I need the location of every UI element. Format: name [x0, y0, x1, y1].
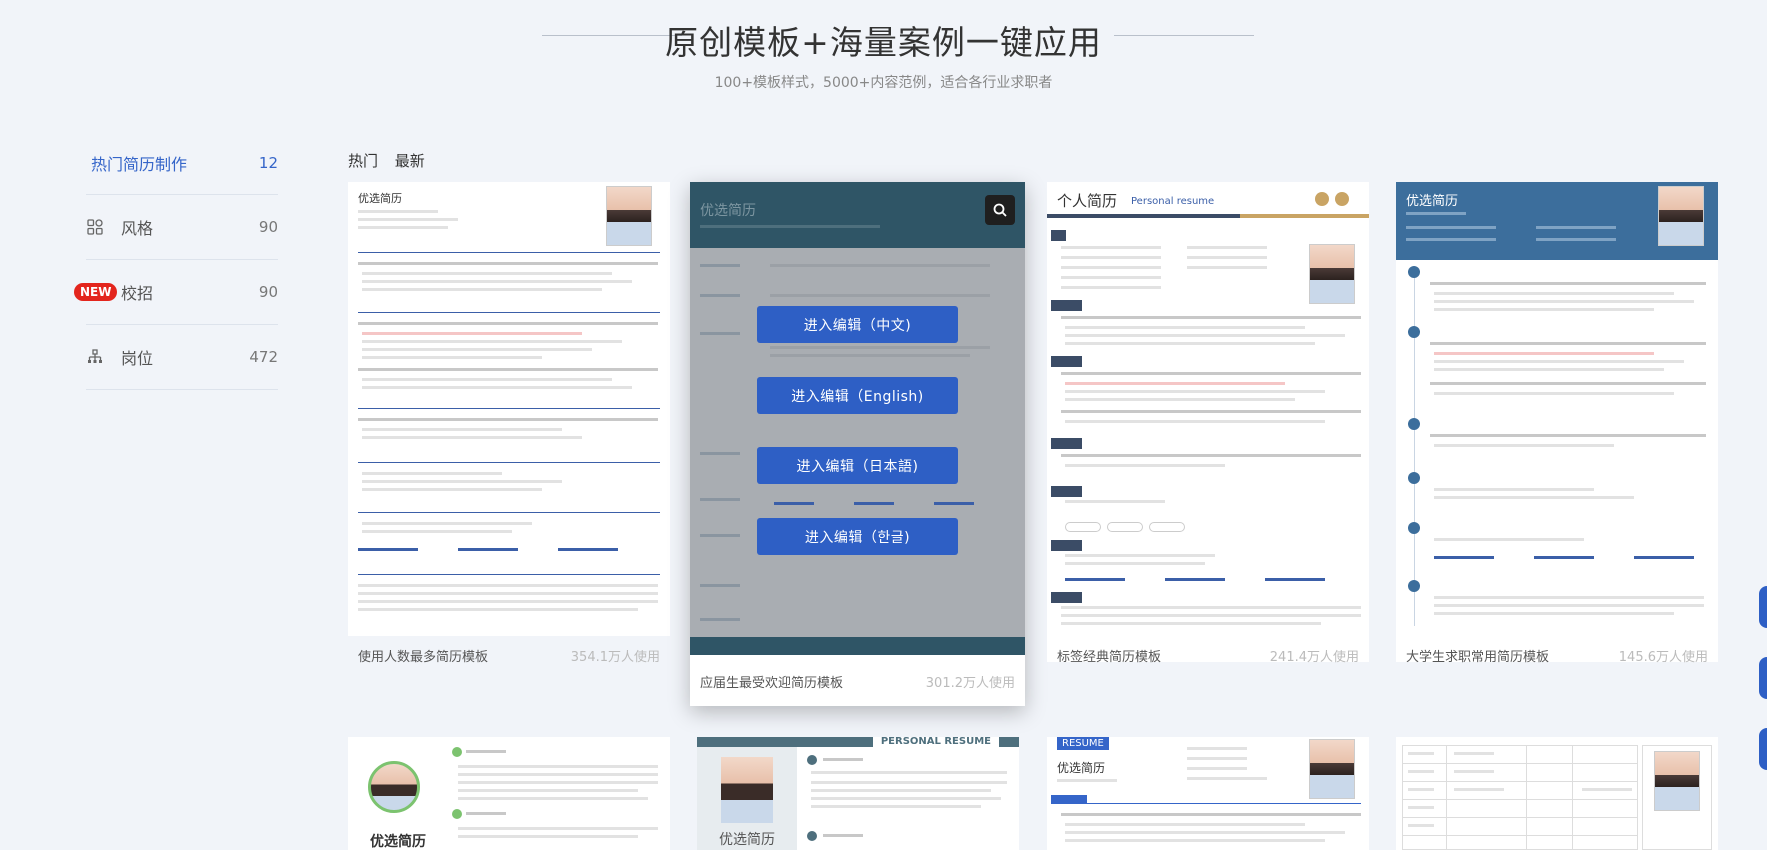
- resume-badge: RESUME: [1057, 737, 1109, 750]
- grid-icon: [87, 219, 103, 235]
- sidebar-item-position[interactable]: 岗位 472: [86, 325, 278, 390]
- template-card[interactable]: PERSONAL RESUME 优选简历: [697, 737, 1019, 850]
- template-thumbnail[interactable]: [1396, 737, 1718, 850]
- section-header: 原创模板+海量案例一键应用 100+模板样式，5000+内容范例，适合各行业求职…: [0, 0, 1767, 110]
- template-card[interactable]: 优选简历: [348, 182, 670, 665]
- template-card[interactable]: [1396, 737, 1718, 850]
- new-badge: NEW: [74, 283, 118, 301]
- template-thumbnail[interactable]: 优选简历: [348, 182, 670, 636]
- tab-hot[interactable]: 热门: [348, 152, 378, 170]
- template-card[interactable]: RESUME 优选简历: [1047, 737, 1369, 850]
- sidebar-item-count: 90: [258, 283, 278, 301]
- card-footer: 应届生最受欢迎简历模板 301.2万人使用: [700, 672, 1015, 691]
- resume-title: 个人简历: [1057, 192, 1118, 210]
- template-usage-count: 145.6万人使用: [1618, 650, 1708, 665]
- sidebar-item-count: 90: [258, 218, 278, 236]
- edit-korean-button[interactable]: 进入编辑（한글): [757, 518, 958, 555]
- resume-photo: [1309, 739, 1355, 799]
- template-thumbnail[interactable]: 优选简历: [1396, 182, 1718, 636]
- resume-photo: [1658, 186, 1704, 246]
- resume-photo: [606, 186, 652, 246]
- sort-tabs: 热门 最新: [348, 150, 437, 171]
- template-thumbnail[interactable]: 优选简历: [348, 737, 670, 850]
- template-name: 应届生最受欢迎简历模板: [700, 676, 844, 691]
- template-thumbnail[interactable]: 优选简历 进入编辑（中文) 进入编辑（English) 进入编辑（日本語) 进入…: [690, 182, 1025, 655]
- resume-photo: [1654, 751, 1700, 811]
- template-name: 大学生求职常用简历模板: [1406, 650, 1550, 665]
- page-subtitle: 100+模板样式，5000+内容范例，适合各行业求职者: [714, 75, 1053, 91]
- resume-photo: [368, 761, 420, 813]
- resume-title: 优选简历: [370, 834, 426, 850]
- org-chart-icon: [87, 349, 103, 365]
- resume-photo: [1309, 244, 1355, 304]
- resume-title: 优选简历: [700, 203, 756, 219]
- template-thumbnail[interactable]: PERSONAL RESUME 优选简历: [697, 737, 1019, 850]
- page-title: 原创模板+海量案例一键应用: [665, 23, 1102, 62]
- sidebar-item-label: 校招: [121, 284, 154, 303]
- template-card[interactable]: 优选简历 大学生求职常用简历模板 145.6万人使用: [1396, 182, 1718, 665]
- category-sidebar: 热门简历制作 12 风格 90 NEW 校招 90 岗位 472: [74, 132, 278, 390]
- resume-subtitle: Personal resume: [1131, 196, 1215, 207]
- template-card[interactable]: 个人简历 Personal resume 标签经典简历模板 241.4万人使用: [1047, 182, 1369, 665]
- template-usage-count: 301.2万人使用: [925, 676, 1015, 691]
- edit-chinese-button[interactable]: 进入编辑（中文): [757, 306, 958, 343]
- card-footer: 使用人数最多简历模板 354.1万人使用: [358, 646, 660, 665]
- card-footer: 标签经典简历模板 241.4万人使用: [1057, 646, 1359, 665]
- search-icon: [993, 203, 1007, 217]
- floating-side-tab[interactable]: [1759, 728, 1767, 770]
- template-thumbnail[interactable]: RESUME 优选简历: [1047, 737, 1369, 850]
- template-name: 使用人数最多简历模板: [358, 650, 489, 665]
- sidebar-item-label: 岗位: [121, 349, 154, 368]
- sidebar-item-label: 热门简历制作: [91, 155, 188, 174]
- floating-side-tab[interactable]: [1759, 586, 1767, 628]
- tab-latest[interactable]: 最新: [395, 152, 425, 170]
- zoom-button[interactable]: [985, 195, 1015, 225]
- template-thumbnail[interactable]: 个人简历 Personal resume: [1047, 182, 1369, 636]
- resume-title: 优选简历: [1057, 761, 1106, 775]
- resume-title: 优选简历: [719, 832, 775, 848]
- resume-title: 优选简历: [358, 192, 402, 205]
- card-footer: 大学生求职常用简历模板 145.6万人使用: [1406, 646, 1708, 665]
- resume-banner: PERSONAL RESUME: [872, 737, 999, 747]
- template-card-hovered[interactable]: 优选简历 进入编辑（中文) 进入编辑（English) 进入编辑（日本語) 进入…: [690, 182, 1025, 706]
- sidebar-item-label: 风格: [121, 219, 154, 238]
- sidebar-item-campus[interactable]: NEW 校招 90: [74, 260, 278, 325]
- edit-english-button[interactable]: 进入编辑（English): [757, 377, 958, 414]
- edit-japanese-button[interactable]: 进入编辑（日本語): [757, 447, 958, 484]
- template-card[interactable]: 优选简历: [348, 737, 670, 850]
- template-name: 标签经典简历模板: [1057, 650, 1162, 665]
- floating-side-tab[interactable]: [1759, 657, 1767, 699]
- resume-photo: [721, 757, 773, 823]
- sidebar-item-count: 12: [258, 154, 278, 172]
- sidebar-item-hot-resume[interactable]: 热门简历制作 12: [86, 132, 278, 195]
- resume-title: 优选简历: [1406, 194, 1459, 209]
- phone-icon: [1315, 192, 1329, 206]
- template-usage-count: 354.1万人使用: [570, 650, 660, 665]
- mail-icon: [1335, 192, 1349, 206]
- sidebar-item-style[interactable]: 风格 90: [86, 195, 278, 260]
- template-usage-count: 241.4万人使用: [1269, 650, 1359, 665]
- sidebar-item-count: 472: [249, 348, 278, 366]
